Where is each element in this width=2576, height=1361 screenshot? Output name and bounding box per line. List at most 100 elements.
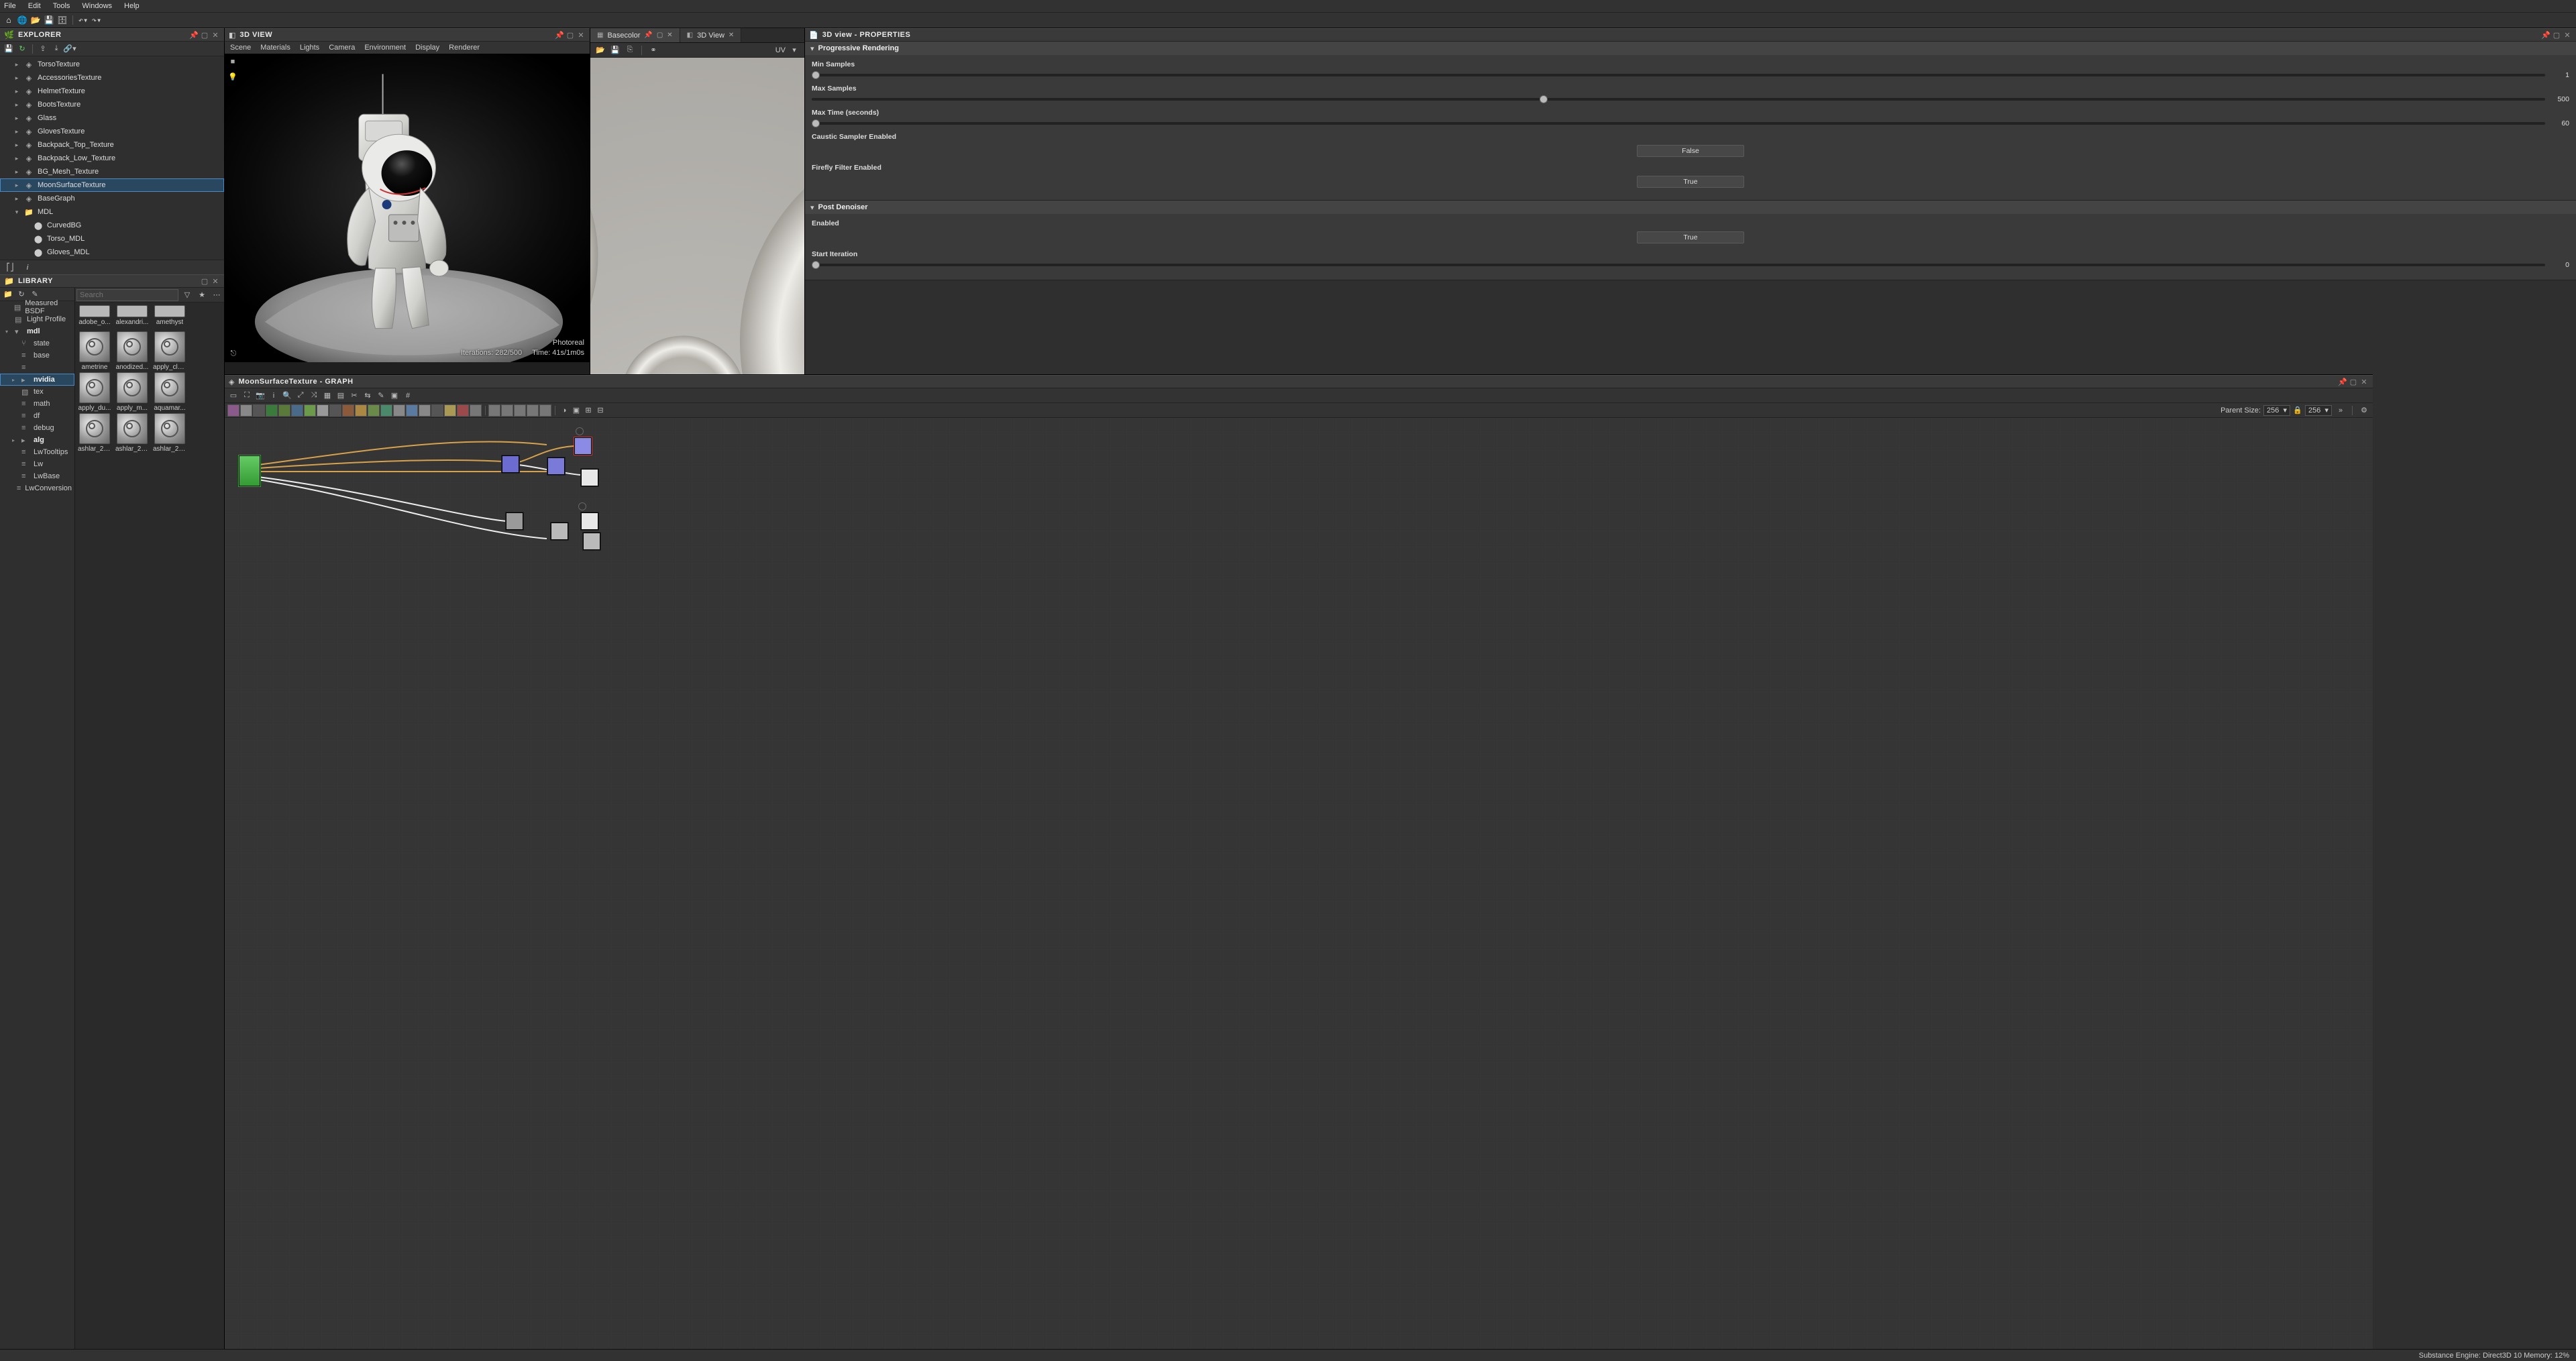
- viewport-3d[interactable]: ■ 💡: [225, 54, 590, 362]
- node-g1-icon[interactable]: [488, 404, 500, 417]
- pin-icon[interactable]: 📌: [2541, 30, 2551, 40]
- node-g4-icon[interactable]: [527, 404, 539, 417]
- tab-basecolor[interactable]: ▦ Basecolor 📌 ▢ ✕: [590, 28, 680, 42]
- library-thumbnails[interactable]: adobe_o...alexandri...amethystametrinean…: [75, 303, 224, 1349]
- graph-node[interactable]: [580, 468, 599, 487]
- explorer-tree[interactable]: ▸ ◈ TorsoTexture▸ ◈ AccessoriesTexture▸ …: [0, 56, 224, 260]
- close-icon[interactable]: ✕: [576, 30, 586, 40]
- node-light-icon[interactable]: [393, 404, 405, 417]
- node-dir-icon[interactable]: [419, 404, 431, 417]
- library-thumb[interactable]: [115, 305, 149, 317]
- crop-icon[interactable]: #: [402, 390, 414, 402]
- tree-item-helmettexture[interactable]: ▸ ◈ HelmetTexture: [0, 85, 224, 98]
- node-out4-icon[interactable]: ⊟: [594, 404, 606, 417]
- view3d-menu-display[interactable]: Display: [415, 44, 439, 52]
- node-circle-icon[interactable]: [380, 404, 392, 417]
- pin-icon[interactable]: 📌: [555, 30, 564, 40]
- globe-icon[interactable]: 🌐: [16, 14, 28, 26]
- library-item-base[interactable]: ≡ base: [0, 349, 74, 362]
- node-color-icon[interactable]: [240, 404, 252, 417]
- graph-node[interactable]: [580, 512, 599, 531]
- library-thumb[interactable]: ashlar_2x...: [78, 413, 111, 453]
- tree-item-backpack_low_texture[interactable]: ▸ ◈ Backpack_Low_Texture: [0, 152, 224, 165]
- view3d-menu-renderer[interactable]: Renderer: [449, 44, 480, 52]
- library-item-mdl[interactable]: ▾ ▾ mdl: [0, 325, 74, 337]
- close-icon[interactable]: ✕: [729, 32, 734, 39]
- close-icon[interactable]: ✕: [2563, 30, 2572, 40]
- graph-node[interactable]: [547, 457, 566, 476]
- library-item-lw[interactable]: ≡ Lw: [0, 458, 74, 470]
- close-icon[interactable]: ✕: [667, 32, 672, 39]
- import-icon[interactable]: ⤓: [50, 43, 62, 55]
- menu-help[interactable]: Help: [124, 2, 140, 10]
- library-thumb[interactable]: ashlar_2x...: [153, 413, 186, 453]
- favorite-icon[interactable]: ★: [196, 289, 208, 301]
- maximize-icon[interactable]: ▢: [657, 32, 663, 39]
- tree-item-gloves_mdl[interactable]: ⬤ Gloves_MDL: [0, 246, 224, 259]
- snap-icon[interactable]: ✂: [348, 390, 360, 402]
- link-icon[interactable]: ⇆: [362, 390, 374, 402]
- node-noise-icon[interactable]: [291, 404, 303, 417]
- select-icon[interactable]: ▭: [227, 390, 239, 402]
- node-stripes-icon[interactable]: [355, 404, 367, 417]
- more-icon[interactable]: »: [2334, 404, 2347, 417]
- graph-node[interactable]: [501, 455, 520, 474]
- section-progressive-rendering[interactable]: ▾ Progressive Rendering: [805, 42, 2576, 55]
- library-item-nvidia[interactable]: ▸ ▸ nvidia: [0, 374, 74, 386]
- save-icon[interactable]: 💾: [609, 44, 621, 56]
- tree-item-glovestexture[interactable]: ▸ ◈ GlovesTexture: [0, 125, 224, 138]
- graph-canvas[interactable]: [225, 418, 2373, 1349]
- start-iteration-slider[interactable]: [812, 264, 2545, 266]
- tree-item-glass[interactable]: ▸ ◈ Glass: [0, 111, 224, 125]
- library-item-measured bsdf[interactable]: ▤ Measured BSDF: [0, 301, 74, 313]
- tree-item-bg_mesh_texture[interactable]: ▸ ◈ BG_Mesh_Texture: [0, 165, 224, 178]
- library-thumb[interactable]: [78, 305, 111, 317]
- library-item-tex[interactable]: ▧ tex: [0, 386, 74, 398]
- caustic-toggle[interactable]: False: [1637, 145, 1744, 157]
- library-thumb[interactable]: ashlar_2x...: [115, 413, 149, 453]
- view3d-menu-camera[interactable]: Camera: [329, 44, 355, 52]
- max-time-slider[interactable]: [812, 122, 2545, 125]
- library-item-math[interactable]: ≡ math: [0, 398, 74, 410]
- graph-node[interactable]: [574, 437, 592, 455]
- zoom-icon[interactable]: 🔍: [281, 390, 293, 402]
- refresh-icon[interactable]: ↻: [16, 43, 28, 55]
- node-image-icon[interactable]: [227, 404, 239, 417]
- firefly-toggle[interactable]: True: [1637, 176, 1744, 188]
- filter-icon[interactable]: ▽: [181, 289, 193, 301]
- maximize-icon[interactable]: ▢: [2552, 30, 2561, 40]
- node-out3-icon[interactable]: ⊞: [582, 404, 594, 417]
- node-g2-icon[interactable]: [501, 404, 513, 417]
- close-icon[interactable]: ✕: [211, 276, 220, 286]
- menu-tools[interactable]: Tools: [53, 2, 70, 10]
- close-icon[interactable]: ✕: [211, 30, 220, 40]
- menu-edit[interactable]: Edit: [28, 2, 41, 10]
- library-tree[interactable]: 📁 ↻ ✎ ▤ Measured BSDF ▤ Light Profile▾ ▾…: [0, 288, 75, 1349]
- library-item-lwconversion[interactable]: ≡ LwConversion: [0, 482, 74, 494]
- library-item-state[interactable]: ⑂ state: [0, 337, 74, 349]
- menu-file[interactable]: File: [4, 2, 16, 10]
- node-g5-icon[interactable]: [539, 404, 551, 417]
- graph-node-input[interactable]: [238, 455, 261, 487]
- library-thumb[interactable]: anodized...: [115, 331, 149, 371]
- node-svg-icon[interactable]: [444, 404, 456, 417]
- view3d-menu-lights[interactable]: Lights: [300, 44, 319, 52]
- node-gradient-icon[interactable]: [304, 404, 316, 417]
- tab-3dview[interactable]: ◧ 3D View ✕: [680, 28, 742, 42]
- pin-icon[interactable]: 📌: [2338, 377, 2347, 386]
- max-samples-slider[interactable]: [812, 98, 2545, 101]
- tree-item-backpack_top_texture[interactable]: ▸ ◈ Backpack_Top_Texture: [0, 138, 224, 152]
- library-item-lwbase[interactable]: ≡ LwBase: [0, 470, 74, 482]
- edit-icon[interactable]: ✎: [375, 390, 387, 402]
- graph-node[interactable]: [582, 532, 601, 551]
- lock-icon[interactable]: 🔒: [2293, 406, 2302, 415]
- tree-item-basegraph[interactable]: ▸ ◈ BaseGraph: [0, 192, 224, 205]
- open-icon[interactable]: 📂: [594, 44, 606, 56]
- info-icon[interactable]: i: [21, 262, 34, 274]
- library-thumb[interactable]: ametrine: [78, 331, 111, 371]
- node-transform-icon[interactable]: [406, 404, 418, 417]
- library-item-df[interactable]: ≡ df: [0, 410, 74, 422]
- home-icon[interactable]: ⌂: [3, 14, 15, 26]
- min-samples-slider[interactable]: [812, 74, 2545, 76]
- node-g3-icon[interactable]: [514, 404, 526, 417]
